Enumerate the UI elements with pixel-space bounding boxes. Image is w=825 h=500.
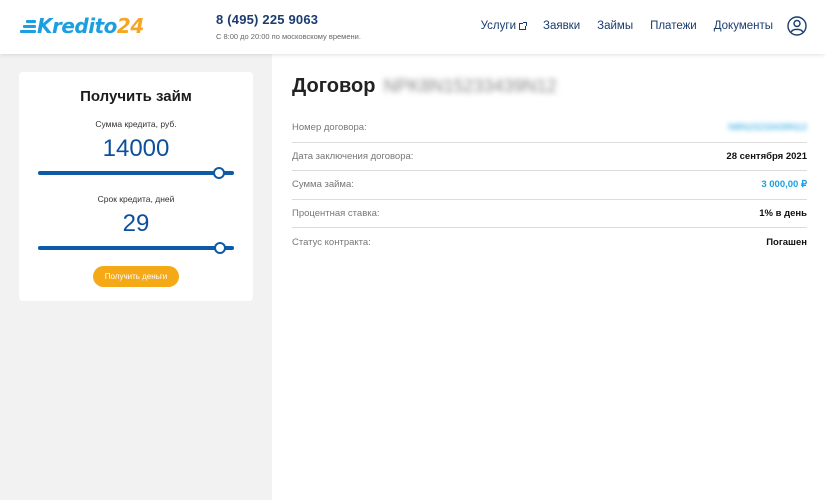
row-label: Сумма займа: xyxy=(292,179,354,191)
contract-title: Договор NPK8N15233439N12 xyxy=(292,75,557,97)
row-value: 3 000,00 ₽ xyxy=(761,179,807,191)
term-label: Срок кредита, дней xyxy=(97,194,175,204)
main-nav: Услуги Заявки Займы Платежи Документы xyxy=(481,20,773,32)
row-value: Погашен xyxy=(766,237,807,249)
working-hours: С 8:00 до 20:00 по московскому времени. xyxy=(216,32,361,41)
row-value: 28 сентября 2021 xyxy=(726,150,807,162)
header: Kredito24 8 (495) 225 9063 С 8:00 до 20:… xyxy=(0,0,825,54)
row-value[interactable]: N8N15233439N12 xyxy=(728,122,807,133)
nav-item-applications[interactable]: Заявки xyxy=(543,20,580,32)
logo-lines-icon xyxy=(20,19,36,33)
contract-row-amount: Сумма займа: 3 000,00 ₽ xyxy=(292,171,807,200)
user-circle-icon[interactable] xyxy=(787,16,807,36)
row-label: Статус контракта: xyxy=(292,237,371,249)
row-label: Номер договора: xyxy=(292,122,367,134)
amount-label: Сумма кредита, руб. xyxy=(95,119,177,129)
contract-row-status: Статус контракта: Погашен xyxy=(292,228,807,257)
row-label: Дата заключения договора: xyxy=(292,150,414,162)
contract-details: Номер договора: N8N15233439N12 Дата закл… xyxy=(292,114,807,257)
phone-number[interactable]: 8 (495) 225 9063 xyxy=(216,12,318,27)
external-link-icon xyxy=(519,21,527,30)
row-value: 1% в день xyxy=(759,208,807,220)
term-slider-handle[interactable] xyxy=(214,242,226,254)
contract-row-number: Номер договора: N8N15233439N12 xyxy=(292,114,807,143)
loan-form-title: Получить займ xyxy=(80,88,192,105)
logo-text: Kredito24 xyxy=(37,14,144,38)
row-label: Процентная ставка: xyxy=(292,208,380,220)
loan-form-card: Получить займ Сумма кредита, руб. 14000 … xyxy=(19,72,253,301)
contract-row-date: Дата заключения договора: 28 сентября 20… xyxy=(292,143,807,172)
term-slider[interactable] xyxy=(38,246,234,250)
logo[interactable]: Kredito24 xyxy=(20,13,144,39)
nav-item-payments[interactable]: Платежи xyxy=(650,20,697,32)
amount-slider[interactable] xyxy=(38,171,234,175)
term-value: 29 xyxy=(122,210,150,237)
contract-row-rate: Процентная ставка: 1% в день xyxy=(292,200,807,229)
nav-item-services[interactable]: Услуги xyxy=(481,20,527,32)
amount-slider-handle[interactable] xyxy=(213,167,225,179)
amount-value: 14000 xyxy=(102,135,170,162)
nav-item-loans[interactable]: Займы xyxy=(597,20,633,32)
nav-item-documents[interactable]: Документы xyxy=(714,20,773,32)
get-money-button[interactable]: Получить деньги xyxy=(93,266,179,287)
contract-number-blurred: NPK8N15233439N12 xyxy=(383,76,557,96)
